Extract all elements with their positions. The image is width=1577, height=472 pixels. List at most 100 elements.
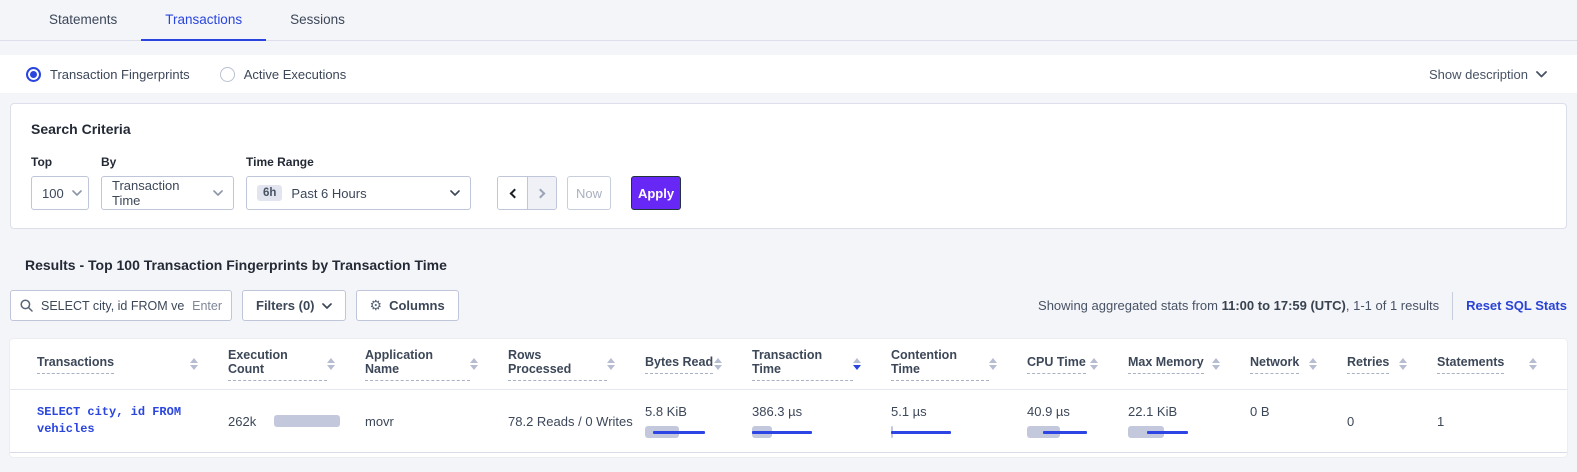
- filters-button[interactable]: Filters (0): [242, 290, 346, 321]
- radio-transaction-fingerprints[interactable]: Transaction Fingerprints: [26, 67, 190, 82]
- sort-icon[interactable]: [1212, 358, 1220, 370]
- columns-label: Columns: [389, 298, 445, 313]
- sort-icon[interactable]: [327, 358, 335, 370]
- transaction-time-cell: 386.3 µs: [752, 404, 891, 438]
- column-header-network[interactable]: Network: [1250, 355, 1347, 374]
- stats-area: Showing aggregated stats from 11:00 to 1…: [1038, 292, 1567, 320]
- show-description-toggle[interactable]: Show description: [1429, 67, 1547, 82]
- radio-active-executions[interactable]: Active Executions: [220, 67, 347, 82]
- radio-label: Transaction Fingerprints: [50, 67, 190, 82]
- network-cell: 0 B: [1250, 390, 1347, 419]
- radio-label: Active Executions: [244, 67, 347, 82]
- apply-button[interactable]: Apply: [631, 176, 681, 210]
- sort-icon[interactable]: [989, 358, 997, 370]
- bytes-read-bar: [645, 426, 705, 438]
- sort-icon[interactable]: [1399, 358, 1407, 370]
- radio-unselected-icon: [220, 67, 235, 82]
- retries-cell: 0: [1347, 414, 1437, 429]
- top-select[interactable]: 100: [31, 176, 89, 210]
- column-header-transaction-time[interactable]: Transaction Time: [752, 348, 891, 381]
- caret-left-icon: [509, 188, 519, 198]
- execution-count-bar: [274, 415, 340, 427]
- top-select-value: 100: [42, 186, 64, 201]
- transaction-cell: SELECT city, id FROM vehicles: [37, 404, 228, 438]
- top-label: Top: [31, 155, 89, 169]
- column-header-statements[interactable]: Statements: [1437, 355, 1567, 374]
- tab-statements[interactable]: Statements: [25, 12, 141, 41]
- column-header-bytes-read[interactable]: Bytes Read: [645, 355, 752, 374]
- reset-sql-stats-link[interactable]: Reset SQL Stats: [1466, 298, 1567, 313]
- chevron-down-icon: [442, 190, 460, 196]
- view-toggle-bar: Transaction Fingerprints Active Executio…: [0, 55, 1577, 93]
- column-header-rows-processed[interactable]: Rows Processed: [508, 348, 645, 381]
- max-memory-cell: 22.1 KiB: [1128, 404, 1250, 438]
- application-name-cell: movr: [365, 414, 508, 429]
- column-header-execution-count[interactable]: Execution Count: [228, 348, 365, 381]
- time-range-label: Time Range: [246, 155, 471, 169]
- results-section: Results - Top 100 Transaction Fingerprin…: [10, 257, 1567, 457]
- top-field: Top 100: [31, 155, 89, 210]
- sort-icon[interactable]: [607, 358, 615, 370]
- by-field: By Transaction Time: [101, 155, 234, 210]
- search-criteria-panel: Search Criteria Top 100 By Transaction T…: [10, 103, 1567, 229]
- sort-icon[interactable]: [1309, 358, 1317, 370]
- filters-label: Filters (0): [256, 298, 315, 313]
- sort-icon[interactable]: [470, 358, 478, 370]
- results-controls: Enter Filters (0) ⚙ Columns Showing aggr…: [10, 290, 1567, 321]
- rows-processed-cell: 78.2 Reads / 0 Writes: [508, 414, 645, 429]
- tab-sessions[interactable]: Sessions: [266, 12, 369, 41]
- column-header-max-memory[interactable]: Max Memory: [1128, 355, 1250, 374]
- time-range-next-button[interactable]: [527, 177, 556, 209]
- column-header-cpu-time[interactable]: CPU Time: [1027, 355, 1128, 374]
- contention-time-bar: [891, 426, 951, 438]
- contention-time-cell: 5.1 µs: [891, 404, 1027, 438]
- table-header-row: Transactions Execution Count Application…: [10, 339, 1567, 390]
- time-range-prev-button[interactable]: [498, 177, 527, 209]
- results-heading: Results - Top 100 Transaction Fingerprin…: [25, 257, 1567, 273]
- transactions-table: Transactions Execution Count Application…: [10, 339, 1567, 457]
- search-icon: [20, 299, 33, 312]
- cpu-time-bar: [1027, 426, 1087, 438]
- time-range-select[interactable]: 6h Past 6 Hours: [246, 176, 471, 210]
- execution-count-cell: 262k: [228, 414, 365, 429]
- radio-selected-icon: [26, 67, 41, 82]
- bytes-read-cell: 5.8 KiB: [645, 404, 752, 438]
- time-range-field: Time Range 6h Past 6 Hours: [246, 155, 471, 210]
- table-row: SELECT city, id FROM vehicles 262k movr …: [10, 390, 1567, 453]
- sort-icon[interactable]: [1529, 358, 1537, 370]
- chevron-down-icon: [64, 190, 82, 196]
- transaction-fingerprint-link[interactable]: SELECT city, id FROM vehicles: [37, 404, 187, 438]
- column-header-contention-time[interactable]: Contention Time: [891, 348, 1027, 381]
- sort-icon[interactable]: [1090, 358, 1098, 370]
- chevron-down-icon: [1536, 71, 1547, 78]
- sort-icon[interactable]: [190, 358, 198, 370]
- chevron-down-icon: [205, 190, 223, 196]
- columns-button[interactable]: ⚙ Columns: [356, 290, 459, 321]
- show-description-label: Show description: [1429, 67, 1528, 82]
- time-range-arrows: [497, 176, 557, 210]
- transaction-time-bar: [752, 426, 812, 438]
- search-criteria-title: Search Criteria: [31, 121, 1546, 137]
- gear-icon: ⚙: [370, 297, 383, 314]
- statements-cell: 1: [1437, 414, 1567, 429]
- column-header-retries[interactable]: Retries: [1347, 355, 1437, 374]
- sort-icon[interactable]: [853, 358, 861, 370]
- by-select[interactable]: Transaction Time: [101, 176, 234, 210]
- cpu-time-cell: 40.9 µs: [1027, 404, 1128, 438]
- tab-transactions[interactable]: Transactions: [141, 12, 266, 41]
- caret-right-icon: [536, 188, 546, 198]
- page-tabs: Statements Transactions Sessions: [0, 0, 1577, 41]
- sql-search-box: Enter: [10, 290, 232, 321]
- chevron-down-icon: [322, 303, 332, 309]
- sort-icon[interactable]: [714, 358, 722, 370]
- sql-search-input[interactable]: [39, 298, 186, 314]
- divider: [1452, 292, 1453, 320]
- now-button[interactable]: Now: [567, 176, 611, 210]
- column-header-transactions[interactable]: Transactions: [37, 355, 228, 374]
- max-memory-bar: [1128, 426, 1188, 438]
- aggregated-stats-text: Showing aggregated stats from 11:00 to 1…: [1038, 298, 1439, 313]
- time-range-value: Past 6 Hours: [291, 186, 366, 201]
- search-enter-hint: Enter: [192, 299, 222, 313]
- time-range-badge: 6h: [257, 185, 282, 201]
- column-header-application-name[interactable]: Application Name: [365, 348, 508, 381]
